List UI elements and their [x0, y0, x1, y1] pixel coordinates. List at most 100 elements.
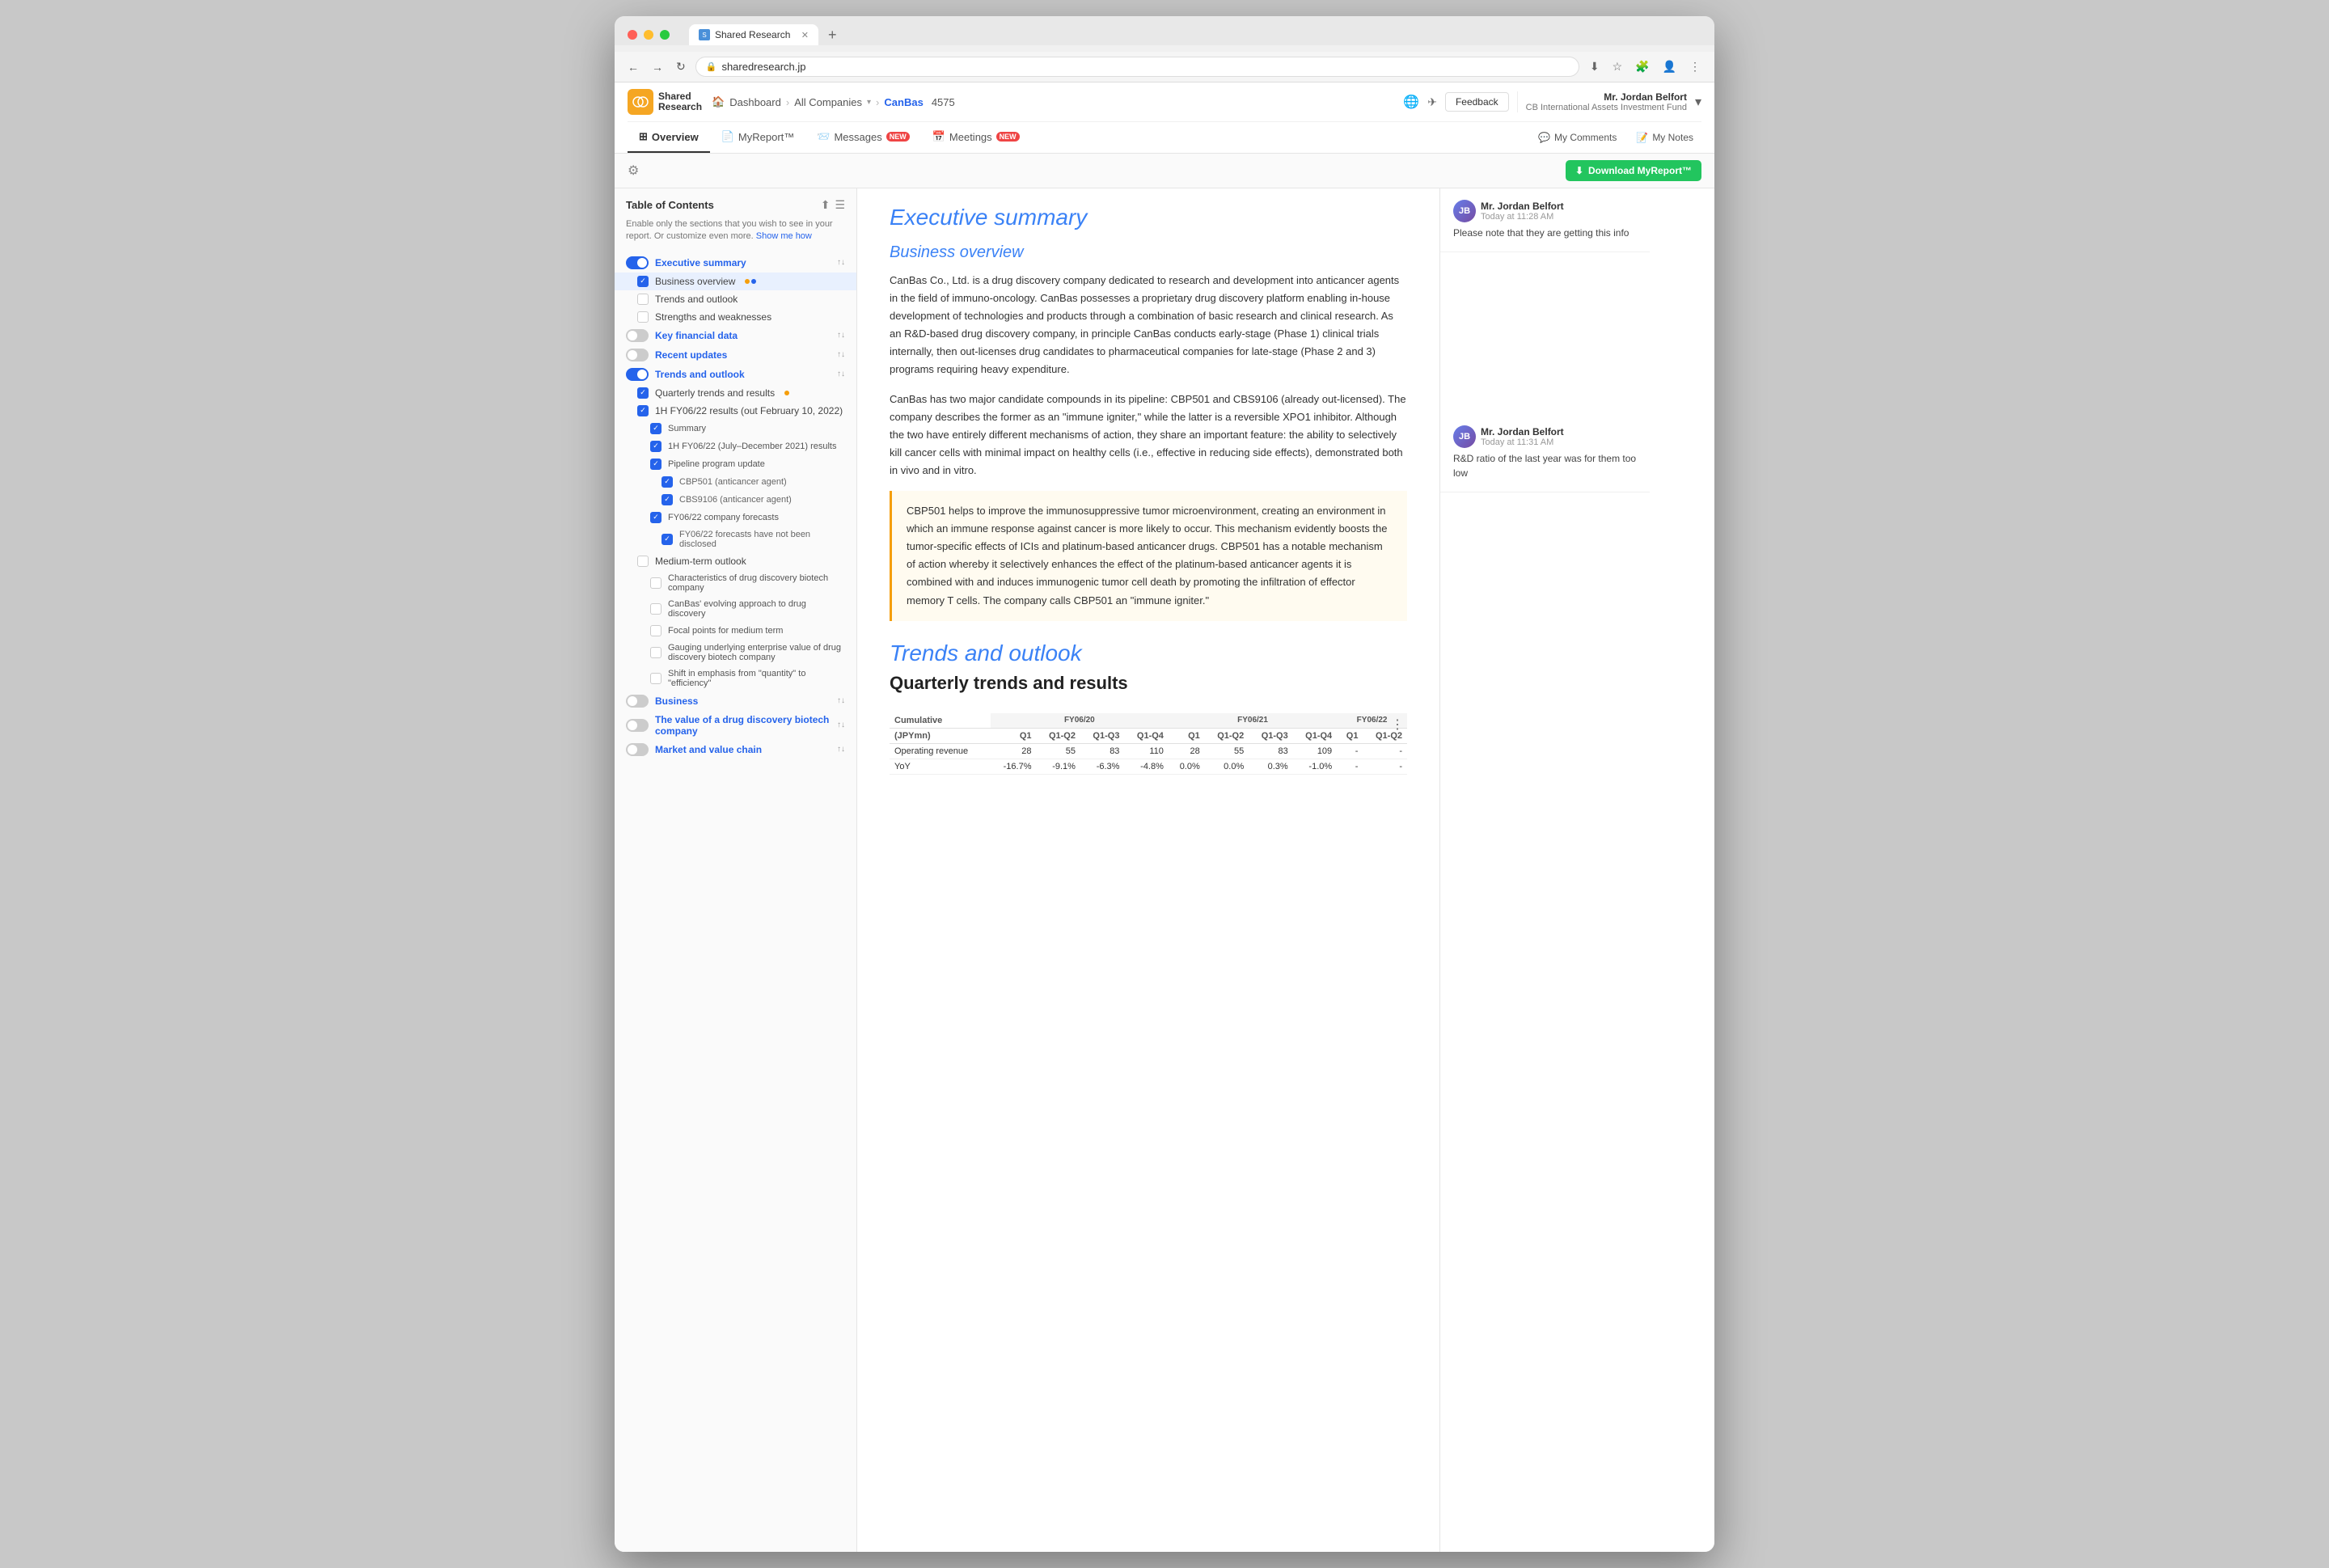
comment-avatar-1: JB: [1453, 200, 1476, 222]
checkbox-gauging[interactable]: [650, 647, 662, 658]
toc-item-key-financial[interactable]: Key financial data ↑↓: [615, 326, 856, 345]
nav-messages[interactable]: 📨 Messages NEW: [805, 122, 920, 153]
nav-myreport[interactable]: 📄 MyReport™: [710, 122, 806, 153]
checkbox-canbas-evolving[interactable]: [650, 603, 662, 615]
breadcrumb-code: 4575: [932, 96, 955, 108]
toggle-value-biotech[interactable]: [626, 719, 649, 732]
toc-item-summary[interactable]: ✓ Summary: [615, 420, 856, 437]
send-icon[interactable]: ✈: [1427, 95, 1437, 109]
toc-label-strengths-weaknesses: Strengths and weaknesses: [655, 311, 771, 323]
toc-item-cbp501[interactable]: ✓ CBP501 (anticancer agent): [615, 473, 856, 491]
tab-close-button[interactable]: ✕: [801, 30, 809, 40]
table-more-button[interactable]: ⋮: [1388, 713, 1407, 736]
close-button[interactable]: [628, 30, 637, 40]
toc-label-trends-outlook: Trends and outlook: [655, 294, 738, 305]
toc-item-1h-results[interactable]: ✓ 1H FY06/22 results (out February 10, 2…: [615, 402, 856, 420]
user-chevron-icon[interactable]: ▾: [1695, 94, 1701, 110]
toc-item-fy0622-forecasts[interactable]: ✓ FY06/22 company forecasts: [615, 509, 856, 526]
browser-tab[interactable]: S Shared Research ✕: [689, 24, 818, 45]
checkbox-medium-term[interactable]: [637, 556, 649, 567]
toc-item-trends-main[interactable]: Trends and outlook ↑↓: [615, 365, 856, 384]
download-icon-btn[interactable]: ⬇: [1586, 58, 1604, 75]
checkbox-strengths-weaknesses[interactable]: [637, 311, 649, 323]
toc-hint: Enable only the sections that you wish t…: [615, 218, 856, 253]
checkbox-summary[interactable]: ✓: [650, 423, 662, 434]
toc-collapse-button[interactable]: ⬆: [821, 198, 831, 212]
toc-item-quarterly-trends[interactable]: ✓ Quarterly trends and results: [615, 384, 856, 402]
my-notes-button[interactable]: 📝 My Notes: [1628, 127, 1701, 148]
toc-item-characteristics[interactable]: Characteristics of drug discovery biotec…: [615, 570, 856, 596]
toc-item-canbas-evolving[interactable]: CanBas' evolving approach to drug discov…: [615, 596, 856, 622]
toc-list-button[interactable]: ☰: [835, 198, 845, 212]
checkbox-forecasts-not-disclosed[interactable]: ✓: [662, 534, 673, 545]
checkbox-characteristics[interactable]: [650, 577, 662, 589]
download-myreport-button[interactable]: ⬇ Download MyReport™: [1566, 160, 1701, 181]
menu-icon-btn[interactable]: ⋮: [1685, 58, 1705, 75]
checkbox-focal-points[interactable]: [650, 625, 662, 636]
account-icon-btn[interactable]: 👤: [1659, 58, 1680, 75]
breadcrumb-company[interactable]: CanBas: [884, 96, 923, 108]
new-tab-button[interactable]: +: [822, 25, 843, 45]
nav-overview[interactable]: ⊞ Overview: [628, 122, 710, 153]
globe-icon[interactable]: 🌐: [1403, 94, 1419, 110]
forward-button[interactable]: →: [649, 59, 666, 75]
extensions-icon-btn[interactable]: 🧩: [1631, 58, 1653, 75]
checkbox-1h-results[interactable]: ✓: [637, 405, 649, 416]
toc-item-market-value[interactable]: Market and value chain ↑↓: [615, 740, 856, 759]
toc-item-shift-emphasis[interactable]: Shift in emphasis from "quantity" to "ef…: [615, 666, 856, 691]
toc-item-pipeline-update[interactable]: ✓ Pipeline program update: [615, 455, 856, 473]
toggle-market-value[interactable]: [626, 743, 649, 756]
toc-item-1h-2021[interactable]: ✓ 1H FY06/22 (July–December 2021) result…: [615, 437, 856, 455]
toc-item-executive-summary[interactable]: Executive summary ↑↓: [615, 253, 856, 273]
breadcrumb-dashboard[interactable]: Dashboard: [729, 96, 781, 108]
toc-item-strengths-weaknesses[interactable]: Strengths and weaknesses: [615, 308, 856, 326]
toc-item-business-overview[interactable]: ✓ Business overview: [615, 273, 856, 290]
refresh-button[interactable]: ↻: [673, 58, 689, 75]
checkbox-pipeline-update[interactable]: ✓: [650, 459, 662, 470]
checkbox-quarterly-trends[interactable]: ✓: [637, 387, 649, 399]
breadcrumb-all-companies[interactable]: All Companies: [794, 96, 862, 108]
toc-label-key-financial: Key financial data: [655, 330, 738, 341]
toc-item-focal-points[interactable]: Focal points for medium term: [615, 622, 856, 640]
checkbox-shift-emphasis[interactable]: [650, 673, 662, 684]
toggle-executive-summary[interactable]: [626, 256, 649, 269]
nav-meetings-badge: NEW: [996, 132, 1020, 142]
comment-user-2: Mr. Jordan Belfort: [1481, 426, 1564, 437]
toc-hint-link[interactable]: Show me how: [756, 231, 812, 241]
checkbox-cbs9106[interactable]: ✓: [662, 494, 673, 505]
toc-item-medium-term[interactable]: Medium-term outlook: [615, 552, 856, 570]
toc-item-trends-outlook-sub[interactable]: Trends and outlook: [615, 290, 856, 308]
checkbox-1h-2021[interactable]: ✓: [650, 441, 662, 452]
checkbox-cbp501[interactable]: ✓: [662, 476, 673, 488]
my-comments-icon: 💬: [1538, 132, 1550, 143]
toc-item-recent-updates[interactable]: Recent updates ↑↓: [615, 345, 856, 365]
toggle-recent-updates[interactable]: [626, 349, 649, 361]
checkbox-business-overview[interactable]: ✓: [637, 276, 649, 287]
logo-icon: [628, 89, 653, 115]
toc-item-cbs9106[interactable]: ✓ CBS9106 (anticancer agent): [615, 491, 856, 509]
toc-item-forecasts-not-disclosed[interactable]: ✓ FY06/22 forecasts have not been disclo…: [615, 526, 856, 552]
table-header-q1q4-fy20: Q1-Q4: [1124, 728, 1168, 743]
toggle-key-financial[interactable]: [626, 329, 649, 342]
table-header-label: Cumulative: [890, 713, 991, 729]
toc-item-gauging[interactable]: Gauging underlying enterprise value of d…: [615, 640, 856, 666]
user-org: CB International Assets Investment Fund: [1526, 103, 1687, 112]
bookmark-icon-btn[interactable]: ☆: [1608, 58, 1627, 75]
section1-subtitle: Business overview: [890, 243, 1407, 262]
minimize-button[interactable]: [644, 30, 653, 40]
nav-meetings[interactable]: 📅 Meetings NEW: [921, 122, 1031, 153]
toc-item-value-biotech[interactable]: The value of a drug discovery biotech co…: [615, 711, 856, 740]
toggle-business[interactable]: [626, 695, 649, 708]
table-cell-yoy-5: 0.0%: [1169, 759, 1205, 774]
my-comments-button[interactable]: 💬 My Comments: [1530, 127, 1625, 148]
table-cell-yoy-6: 0.0%: [1205, 759, 1249, 774]
settings-gear-button[interactable]: ⚙: [628, 163, 639, 179]
maximize-button[interactable]: [660, 30, 670, 40]
toggle-trends-main[interactable]: [626, 368, 649, 381]
feedback-button[interactable]: Feedback: [1445, 92, 1509, 112]
checkbox-fy0622-forecasts[interactable]: ✓: [650, 512, 662, 523]
toc-item-business[interactable]: Business ↑↓: [615, 691, 856, 711]
back-button[interactable]: ←: [624, 59, 642, 75]
toc-arrows-business: ↑↓: [837, 696, 845, 705]
checkbox-trends-outlook[interactable]: [637, 294, 649, 305]
